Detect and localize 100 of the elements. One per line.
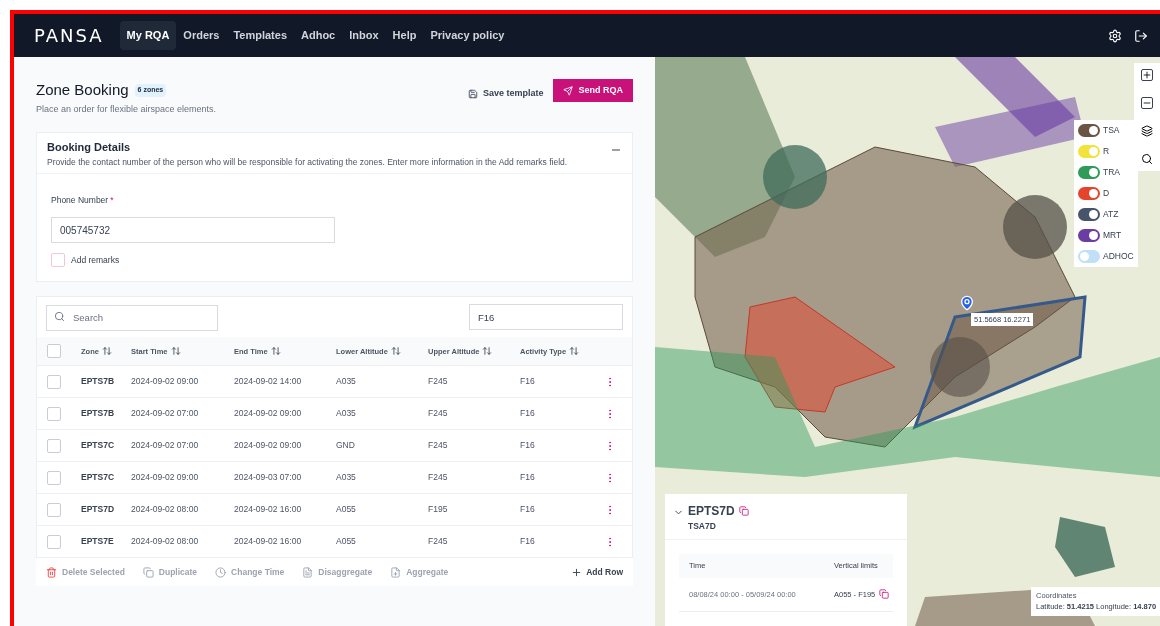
nav-tab[interactable]: Orders bbox=[176, 21, 227, 50]
table-cell-text: F245 bbox=[428, 407, 449, 421]
search-icon bbox=[54, 311, 65, 323]
legend-label: R bbox=[1103, 145, 1110, 158]
search-icon[interactable] bbox=[1141, 153, 1153, 165]
checkbox[interactable] bbox=[47, 470, 61, 485]
nav-tab[interactable]: Privacy policy bbox=[423, 21, 512, 50]
table-cell-text: EPTS7B bbox=[81, 407, 116, 421]
table-cell-text: F16 bbox=[520, 471, 536, 485]
nav-tab[interactable]: My RQA bbox=[119, 21, 177, 50]
toggle-switch[interactable] bbox=[1078, 166, 1100, 179]
table-cell-text: A035 bbox=[336, 375, 357, 389]
table-cell-text: EPTS7D bbox=[81, 503, 116, 517]
checkbox[interactable] bbox=[47, 374, 61, 389]
legend-label: TRA bbox=[1103, 166, 1120, 179]
table-row[interactable]: EPTS7D 2024-09-02 08:00 2024-09-02 16:00 A055 F195 F16 bbox=[37, 493, 632, 526]
table-cell-text: 2024-09-02 07:00 bbox=[131, 407, 200, 421]
sort-icon[interactable] bbox=[270, 346, 281, 357]
table-cell-text: A055 bbox=[336, 503, 357, 517]
table-cell-text: 2024-09-02 07:00 bbox=[131, 439, 200, 453]
table-cell-text: F245 bbox=[428, 375, 449, 389]
checkbox[interactable] bbox=[47, 438, 61, 453]
plus-icon bbox=[571, 566, 583, 578]
map-pin-icon[interactable] bbox=[959, 293, 975, 313]
add-row-button[interactable]: Add Row bbox=[571, 565, 623, 579]
logout-icon[interactable] bbox=[1134, 28, 1148, 43]
document-icon bbox=[302, 566, 314, 578]
trash-icon bbox=[46, 566, 57, 578]
phone-label: Phone Number bbox=[51, 195, 109, 206]
table-cell-text: F16 bbox=[520, 375, 536, 389]
toggle-switch[interactable] bbox=[1078, 124, 1100, 137]
table-cell-text: F245 bbox=[428, 471, 449, 485]
table-cell-text: 2024-09-02 09:00 bbox=[234, 439, 303, 453]
checkbox[interactable] bbox=[51, 253, 65, 268]
legend-label: ATZ bbox=[1103, 208, 1119, 221]
table-cell-text: 2024-09-02 16:00 bbox=[234, 535, 303, 549]
logo: PANSA bbox=[34, 24, 104, 48]
table-cell-text: EPTS7C bbox=[81, 439, 116, 453]
section-title: Booking Details bbox=[47, 140, 132, 155]
table-cell-text: 2024-09-02 09:00 bbox=[234, 407, 303, 421]
toggle-switch[interactable] bbox=[1078, 229, 1100, 242]
table-cell-text: EPTS7C bbox=[81, 471, 116, 485]
sort-icon[interactable] bbox=[482, 346, 493, 357]
layers-icon[interactable] bbox=[1141, 125, 1153, 137]
filter-input[interactable]: F16 bbox=[469, 304, 623, 331]
settings-icon[interactable] bbox=[1108, 28, 1122, 43]
table-cell-text: F16 bbox=[520, 535, 536, 549]
table-cell-text: GND bbox=[336, 439, 356, 453]
table-cell-text: F245 bbox=[428, 439, 449, 453]
table-row[interactable]: EPTS7C 2024-09-02 07:00 2024-09-02 09:00 GND F245 F16 bbox=[37, 429, 632, 462]
table-row[interactable]: EPTS7B 2024-09-02 09:00 2024-09-02 14:00 A035 F245 F16 bbox=[37, 365, 632, 398]
save-template-button[interactable]: Save template bbox=[467, 87, 544, 101]
table-cell-text: 2024-09-02 09:00 bbox=[131, 375, 200, 389]
document-icon bbox=[390, 566, 402, 578]
table-cell-text: A035 bbox=[336, 471, 357, 485]
table-cell-text: EPTS7B bbox=[81, 375, 116, 389]
table-cell-text: 2024-09-03 07:00 bbox=[234, 471, 303, 485]
nav-tab[interactable]: Templates bbox=[226, 21, 294, 50]
checkbox[interactable] bbox=[47, 534, 61, 549]
phone-input[interactable]: 005745732 bbox=[51, 217, 335, 244]
required-mark: * bbox=[110, 195, 114, 206]
copy-icon bbox=[142, 566, 154, 578]
toggle-switch[interactable] bbox=[1078, 187, 1100, 200]
zoom-out-icon[interactable] bbox=[1141, 97, 1153, 109]
table-cell-text: F195 bbox=[428, 503, 449, 517]
table-cell-text: 2024-09-02 16:00 bbox=[234, 503, 303, 517]
table-row[interactable]: EPTS7B 2024-09-02 07:00 2024-09-02 09:00 A035 F245 F16 bbox=[37, 397, 632, 430]
send-icon bbox=[563, 85, 574, 96]
checkbox[interactable] bbox=[47, 406, 61, 421]
sort-icon[interactable] bbox=[569, 346, 580, 357]
table-cell-text: F16 bbox=[520, 503, 536, 517]
page-title: Zone Booking bbox=[36, 80, 129, 100]
checkbox[interactable] bbox=[47, 344, 61, 359]
sort-icon[interactable] bbox=[390, 346, 401, 357]
search-field[interactable]: Search bbox=[46, 304, 218, 331]
popup-title: EPTS7D bbox=[688, 503, 735, 520]
nav-tab[interactable]: Inbox bbox=[342, 21, 386, 50]
toggle-switch[interactable] bbox=[1078, 208, 1100, 221]
table-row[interactable]: EPTS7E 2024-09-02 08:00 2024-09-02 16:00 A055 F245 F16 bbox=[37, 525, 632, 558]
save-icon bbox=[467, 88, 478, 99]
toggle-switch[interactable] bbox=[1078, 250, 1100, 263]
clock-icon bbox=[215, 566, 227, 578]
copy-icon[interactable] bbox=[738, 506, 749, 516]
remarks-label: Add remarks bbox=[71, 253, 120, 267]
table-row[interactable]: EPTS7C 2024-09-02 09:00 2024-09-03 07:00 A035 F245 F16 bbox=[37, 461, 632, 494]
nav-tab[interactable]: Help bbox=[385, 21, 424, 50]
copy-icon[interactable] bbox=[879, 589, 890, 600]
send-rqa-button[interactable]: Send RQA bbox=[553, 79, 633, 102]
table-cell-text: 2024-09-02 08:00 bbox=[131, 503, 200, 517]
table-cell-text: F16 bbox=[520, 439, 536, 453]
toggle-switch[interactable] bbox=[1078, 145, 1100, 158]
checkbox[interactable] bbox=[47, 502, 61, 517]
table-cell-text: EPTS7E bbox=[81, 535, 115, 549]
sort-icon[interactable] bbox=[101, 346, 112, 357]
popup-subtitle: TSA7D bbox=[688, 520, 717, 533]
zoom-in-icon[interactable] bbox=[1141, 69, 1153, 81]
legend-label: MRT bbox=[1103, 229, 1122, 242]
nav-tab[interactable]: Adhoc bbox=[294, 21, 343, 50]
sort-icon[interactable] bbox=[170, 346, 181, 357]
table-cell-text: A035 bbox=[336, 407, 357, 421]
